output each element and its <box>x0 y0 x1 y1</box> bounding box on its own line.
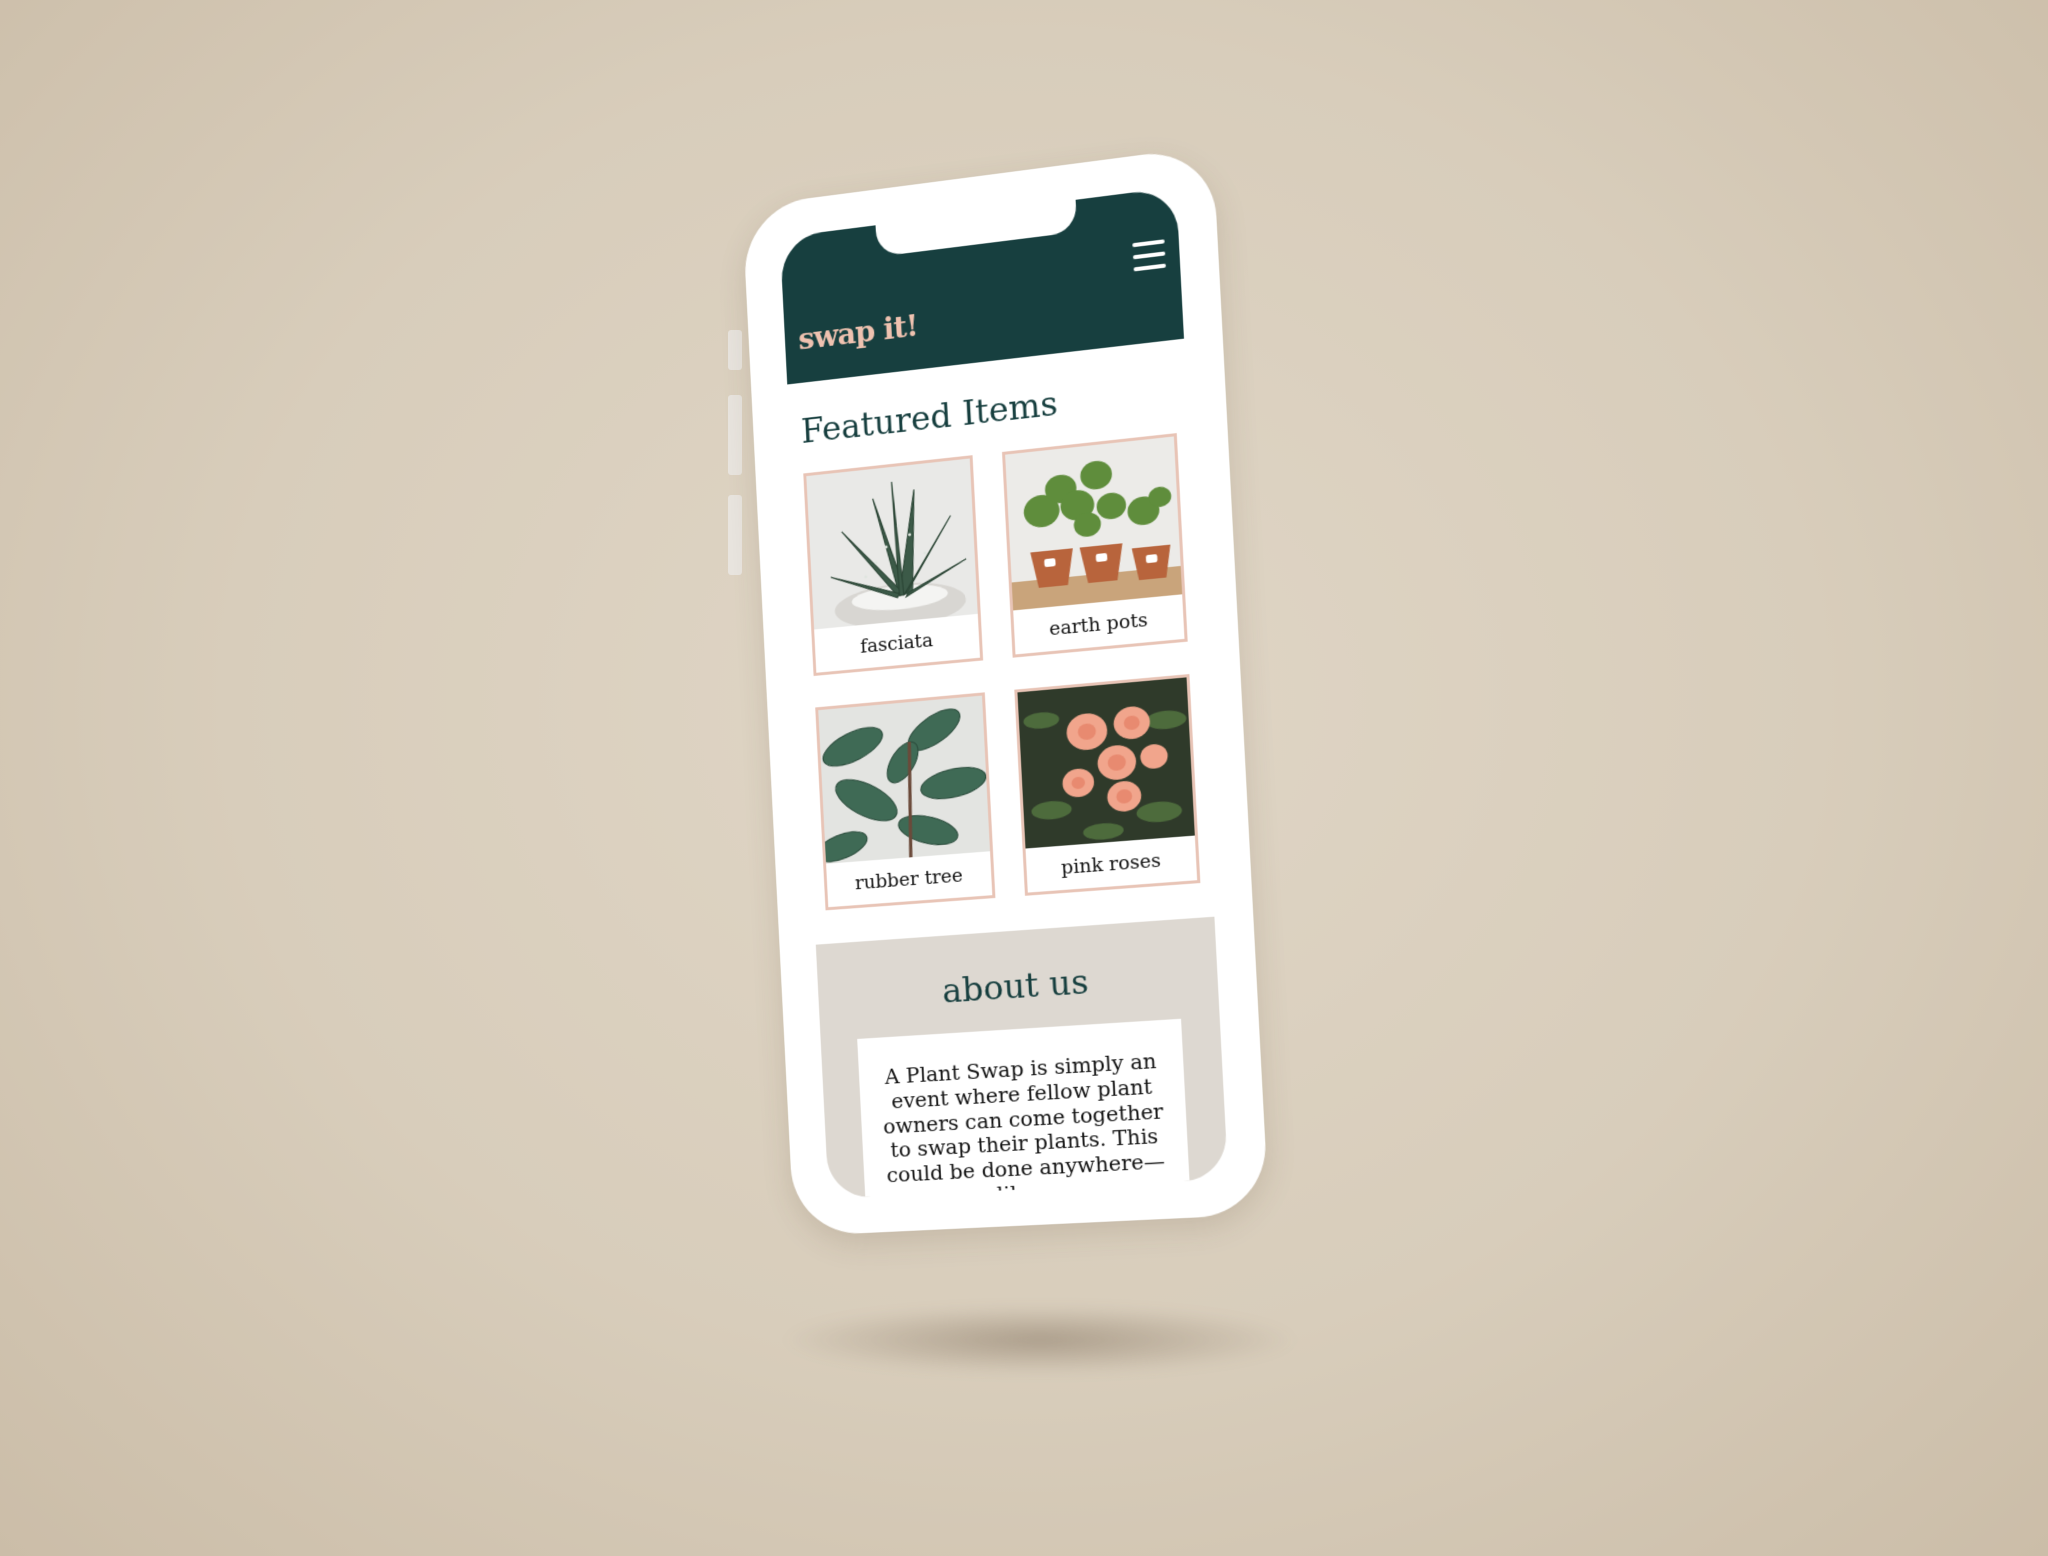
pink-roses-photo <box>1017 677 1195 849</box>
aloe-plant-photo <box>806 458 978 630</box>
site-logo[interactable]: swap it! <box>798 309 919 358</box>
product-card-pink-roses[interactable]: pink roses <box>1014 674 1201 896</box>
product-card-earth-pots[interactable]: earth pots <box>1002 433 1188 658</box>
volume-up-button <box>728 395 742 475</box>
phone-screen: swap it! Featured Items fasciata earth p… <box>779 187 1229 1200</box>
menu-bar <box>1133 263 1167 272</box>
mute-switch <box>728 330 742 370</box>
product-card-rubber-tree[interactable]: rubber tree <box>815 692 996 911</box>
featured-grid: fasciata earth pots rubber tree pink ros… <box>803 433 1201 911</box>
about-text: A Plant Swap is simply an event where fe… <box>882 1048 1166 1200</box>
product-card-fasciata[interactable]: fasciata <box>803 455 984 676</box>
rubber-tree-photo <box>818 695 991 864</box>
phone-shadow <box>780 1305 1300 1375</box>
volume-down-button <box>728 495 742 575</box>
about-title: about us <box>941 961 1090 1012</box>
featured-section: Featured Items fasciata earth pots rubbe… <box>787 339 1212 912</box>
hamburger-menu-icon[interactable] <box>1132 239 1167 272</box>
phone-frame: swap it! Featured Items fasciata earth p… <box>741 145 1270 1237</box>
about-text-box: A Plant Swap is simply an event where fe… <box>857 1018 1193 1200</box>
menu-bar <box>1132 239 1165 248</box>
menu-bar <box>1132 251 1166 260</box>
about-section: about us A Plant Swap is simply an event… <box>815 916 1229 1200</box>
potted-herbs-photo <box>1005 436 1183 611</box>
